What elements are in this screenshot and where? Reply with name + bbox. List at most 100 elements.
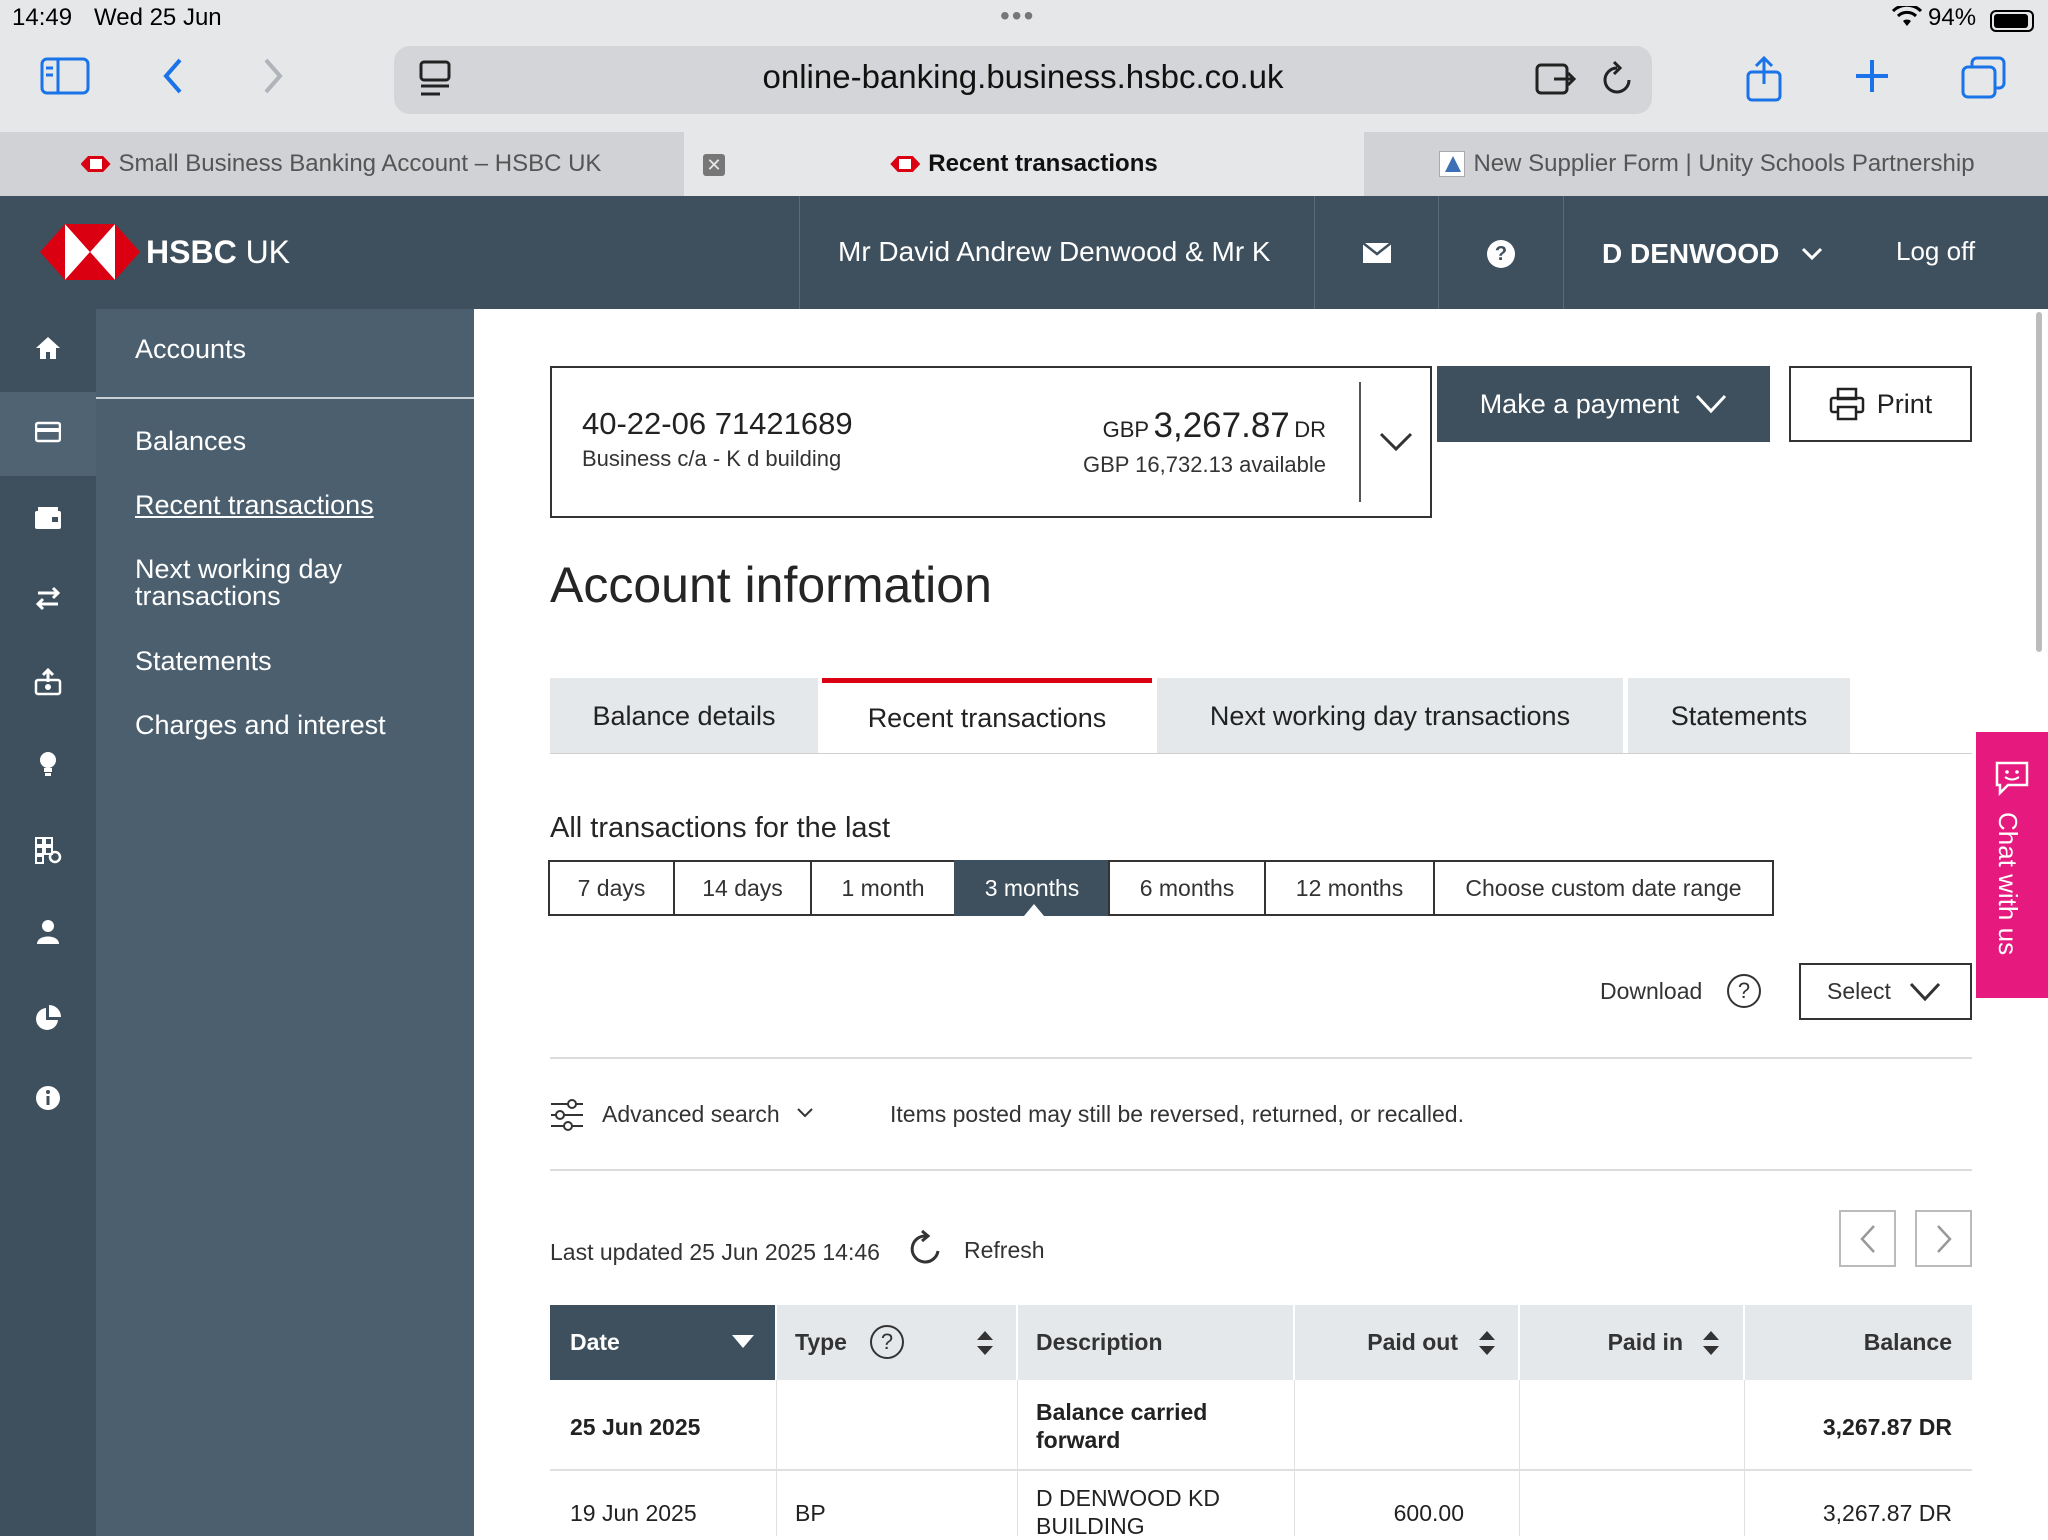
battery-icon <box>1990 10 2034 32</box>
reversal-notice: Items posted may still be reversed, retu… <box>890 1101 1464 1127</box>
account-chevron-down-icon[interactable] <box>1379 432 1413 457</box>
tab-balance-details[interactable]: Balance details <box>550 678 818 754</box>
accounts-card-icon[interactable] <box>28 412 68 452</box>
tab-statements[interactable]: Statements <box>1628 678 1850 754</box>
column-header-date[interactable]: Date <box>550 1305 775 1380</box>
download-help-icon[interactable]: ? <box>1727 974 1761 1008</box>
page-scrollbar[interactable] <box>2036 312 2042 652</box>
row-divider <box>550 1469 1972 1471</box>
header-column-separator <box>1293 1305 1295 1380</box>
make-payment-button[interactable]: Make a payment <box>1437 366 1770 442</box>
cell-type: BP <box>795 1500 826 1526</box>
range-6-months[interactable]: 6 months <box>1108 860 1266 916</box>
print-button[interactable]: Print <box>1789 366 1972 442</box>
column-header-paid-in[interactable]: Paid in <box>1518 1305 1683 1380</box>
subnav-item-balances[interactable]: Balances <box>135 426 246 457</box>
hsbc-favicon-icon <box>81 156 111 172</box>
account-number: 40-22-06 71421689 <box>582 406 853 441</box>
url-text[interactable]: online-banking.business.hsbc.co.uk <box>394 58 1652 96</box>
column-separator <box>1017 1380 1018 1536</box>
transfer-icon[interactable] <box>28 578 68 618</box>
sort-icon[interactable] <box>1478 1330 1496 1361</box>
chevron-down-icon <box>1909 982 1941 1001</box>
subnav-item-next-working-day[interactable]: Next working day transactions <box>135 556 395 610</box>
header-column-separator <box>1518 1305 1520 1380</box>
browser-tab-1[interactable]: Small Business Banking Account – HSBC UK <box>0 132 682 196</box>
header-divider <box>1563 196 1564 309</box>
next-page-button[interactable] <box>1915 1210 1972 1267</box>
range-custom[interactable]: Choose custom date range <box>1433 860 1774 916</box>
prev-page-button[interactable] <box>1839 1210 1896 1267</box>
cell-balance: 3,267.87 DR <box>1822 1414 1952 1440</box>
range-7-days[interactable]: 7 days <box>548 860 675 916</box>
reload-icon[interactable] <box>1600 60 1634 103</box>
column-separator <box>1519 1380 1520 1536</box>
tab-recent-transactions[interactable]: Recent transactions <box>822 678 1152 754</box>
tabs-overview-icon[interactable] <box>1960 56 2006 105</box>
refresh-button[interactable]: Refresh <box>964 1237 1045 1264</box>
brand-name: HSBC UK <box>146 234 291 270</box>
sort-desc-icon <box>732 1335 754 1348</box>
advanced-search-toggle[interactable]: Advanced search <box>602 1101 780 1128</box>
pie-chart-icon[interactable] <box>28 998 68 1038</box>
browser-tab-2[interactable]: Recent transactions <box>684 132 1364 196</box>
user-menu[interactable]: D DENWOOD <box>1602 238 1779 270</box>
help-icon[interactable]: ? <box>1487 240 1515 268</box>
header-column-separator <box>775 1305 777 1380</box>
header-column-separator <box>1016 1305 1018 1380</box>
column-header-paid-out[interactable]: Paid out <box>1293 1305 1458 1380</box>
extension-icon[interactable] <box>1534 62 1577 101</box>
browser-tab-3[interactable]: New Supplier Form | Unity Schools Partne… <box>1366 132 2048 196</box>
payments-icon[interactable] <box>28 662 68 702</box>
account-available: GBP 16,732.13 available <box>1083 452 1326 477</box>
download-format-select[interactable]: Select <box>1799 963 1972 1020</box>
tab-next-working-day[interactable]: Next working day transactions <box>1157 678 1623 754</box>
chat-with-us-tab[interactable]: Chat with us <box>1976 732 2048 998</box>
chevron-left-icon <box>1859 1224 1875 1253</box>
refresh-icon[interactable] <box>906 1229 946 1274</box>
chevron-down-icon[interactable] <box>796 1106 814 1124</box>
home-icon[interactable] <box>28 328 68 368</box>
filter-sliders-icon[interactable] <box>550 1098 584 1137</box>
printer-icon <box>1829 387 1864 421</box>
messages-icon[interactable] <box>1362 242 1392 269</box>
close-tab-icon[interactable]: ✕ <box>703 154 725 176</box>
subnav-heading-accounts[interactable]: Accounts <box>135 334 246 365</box>
back-icon[interactable] <box>158 56 188 101</box>
chat-label: Chat with us <box>1993 812 2023 956</box>
cell-paid-out: 600.00 <box>1393 1500 1464 1526</box>
sort-icon[interactable] <box>1702 1330 1720 1361</box>
range-1-month[interactable]: 1 month <box>810 860 956 916</box>
unity-favicon-icon <box>1439 151 1466 177</box>
type-help-icon[interactable]: ? <box>870 1325 904 1359</box>
chat-bubble-icon <box>1995 761 2029 796</box>
wallet-icon[interactable] <box>28 498 68 538</box>
forward-icon[interactable] <box>258 56 288 101</box>
sort-icon[interactable] <box>976 1330 994 1361</box>
new-tab-icon[interactable] <box>1852 56 1892 101</box>
settings-grid-icon[interactable] <box>28 830 68 870</box>
share-icon[interactable] <box>1744 55 1784 107</box>
lightbulb-icon[interactable] <box>28 744 68 784</box>
subnav-item-statements[interactable]: Statements <box>135 646 272 677</box>
section-divider <box>550 1169 1972 1171</box>
person-icon[interactable] <box>28 912 68 952</box>
sidebar-toggle-icon[interactable] <box>40 56 90 101</box>
logoff-link[interactable]: Log off <box>1896 236 1975 267</box>
range-14-days[interactable]: 14 days <box>673 860 812 916</box>
multitasking-dots[interactable]: ••• <box>1000 0 1035 32</box>
info-icon[interactable] <box>28 1078 68 1118</box>
chevron-down-icon[interactable] <box>1800 246 1824 267</box>
section-divider <box>550 1057 1972 1059</box>
chevron-right-icon <box>1936 1224 1952 1253</box>
column-header-description: Description <box>1036 1329 1163 1355</box>
header-divider <box>1438 196 1439 309</box>
subnav-item-recent-transactions[interactable]: Recent transactions <box>135 490 374 521</box>
hsbc-logo-icon[interactable] <box>40 224 140 280</box>
subnav-item-charges[interactable]: Charges and interest <box>135 710 386 741</box>
last-updated: Last updated 25 Jun 2025 14:46 <box>550 1239 880 1265</box>
cell-date: 25 Jun 2025 <box>570 1414 701 1440</box>
column-header-type[interactable]: Type <box>795 1305 847 1380</box>
range-12-months[interactable]: 12 months <box>1264 860 1435 916</box>
wifi-icon <box>1891 3 1923 33</box>
